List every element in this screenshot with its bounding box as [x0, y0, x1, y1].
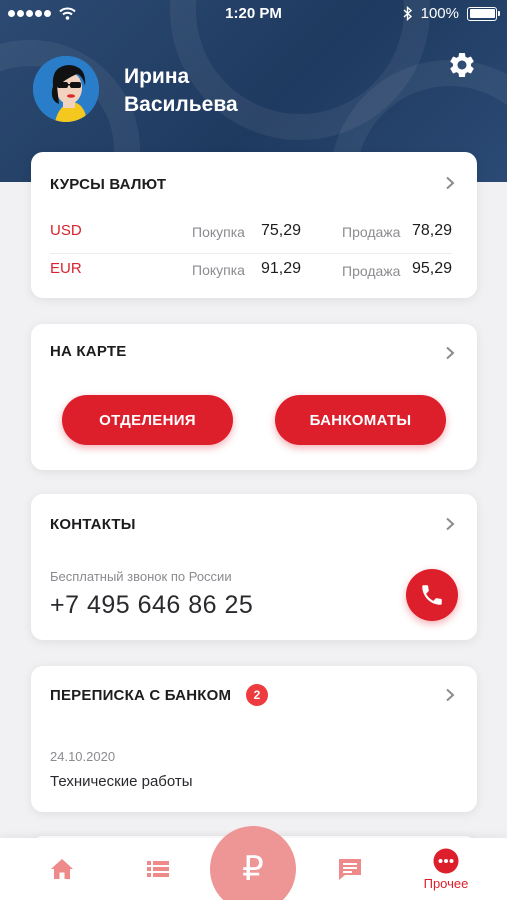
chevron-right-icon[interactable]: [443, 517, 457, 531]
chat-icon: [339, 859, 361, 880]
contacts-title: КОНТАКТЫ: [50, 516, 136, 533]
rate-sell-value: 95,29: [412, 260, 453, 277]
message-date: 24.10.2020: [50, 749, 116, 764]
user-first-name: Ирина: [124, 65, 190, 88]
rate-buy-label: Покупка: [192, 224, 245, 240]
status-bar: 1:20 PM 100%: [0, 0, 507, 28]
rate-sell-label: Продажа: [342, 224, 401, 240]
rate-buy-value: 75,29: [261, 222, 302, 239]
branches-button[interactable]: ОТДЕЛЕНИЯ: [62, 395, 233, 445]
tab-more[interactable]: Прочее: [407, 838, 485, 900]
map-title: НА КАРТЕ: [50, 343, 127, 360]
rate-currency: EUR: [50, 260, 82, 277]
map-card[interactable]: НА КАРТЕ ОТДЕЛЕНИЯ БАНКОМАТЫ: [31, 324, 477, 470]
rate-row-usd: USD Покупка 75,29 Продажа 78,29: [50, 222, 452, 252]
rates-card[interactable]: КУРСЫ ВАЛЮТ USD Покупка 75,29 Продажа 78…: [31, 152, 477, 298]
user-name: Ирина Васильева: [124, 63, 238, 119]
rates-title: КУРСЫ ВАЛЮТ: [50, 176, 167, 193]
phone-number[interactable]: +7 495 646 86 25: [50, 591, 253, 620]
bluetooth-icon: [403, 6, 412, 21]
phone-caption: Бесплатный звонок по России: [50, 569, 232, 584]
more-icon: [433, 848, 459, 873]
messages-card[interactable]: ПЕРЕПИСКА С БАНКОМ 2 24.10.2020 Техничес…: [31, 666, 477, 812]
gear-icon: [450, 52, 474, 77]
tab-list[interactable]: [128, 838, 188, 900]
battery-icon: [467, 6, 500, 21]
tab-home[interactable]: [32, 838, 92, 900]
atms-button[interactable]: БАНКОМАТЫ: [275, 395, 446, 445]
ruble-icon: ₽: [242, 850, 264, 888]
tab-chat[interactable]: [320, 838, 380, 900]
home-icon: [51, 859, 73, 879]
list-icon: [147, 861, 169, 877]
message-text[interactable]: Технические работы: [50, 773, 193, 790]
avatar[interactable]: [33, 56, 99, 122]
rate-buy-value: 91,29: [261, 260, 302, 277]
phone-icon: [422, 585, 442, 605]
messages-title: ПЕРЕПИСКА С БАНКОМ: [50, 687, 232, 704]
battery-percent: 100%: [420, 5, 459, 22]
rate-row-eur: EUR Покупка 91,29 Продажа 95,29: [50, 260, 452, 290]
chevron-right-icon[interactable]: [443, 688, 457, 702]
rate-currency: USD: [50, 222, 82, 239]
user-last-name: Васильева: [124, 93, 238, 116]
contacts-card[interactable]: КОНТАКТЫ Бесплатный звонок по России +7 …: [31, 494, 477, 640]
rate-sell-label: Продажа: [342, 263, 401, 279]
settings-button[interactable]: [447, 50, 477, 80]
rate-buy-label: Покупка: [192, 262, 245, 278]
tab-more-label: Прочее: [423, 875, 469, 891]
rate-divider: [50, 253, 452, 254]
rate-sell-value: 78,29: [412, 222, 453, 239]
call-button[interactable]: [406, 569, 458, 621]
chevron-right-icon[interactable]: [443, 346, 457, 360]
chevron-right-icon[interactable]: [443, 176, 457, 190]
unread-badge: 2: [246, 684, 268, 706]
